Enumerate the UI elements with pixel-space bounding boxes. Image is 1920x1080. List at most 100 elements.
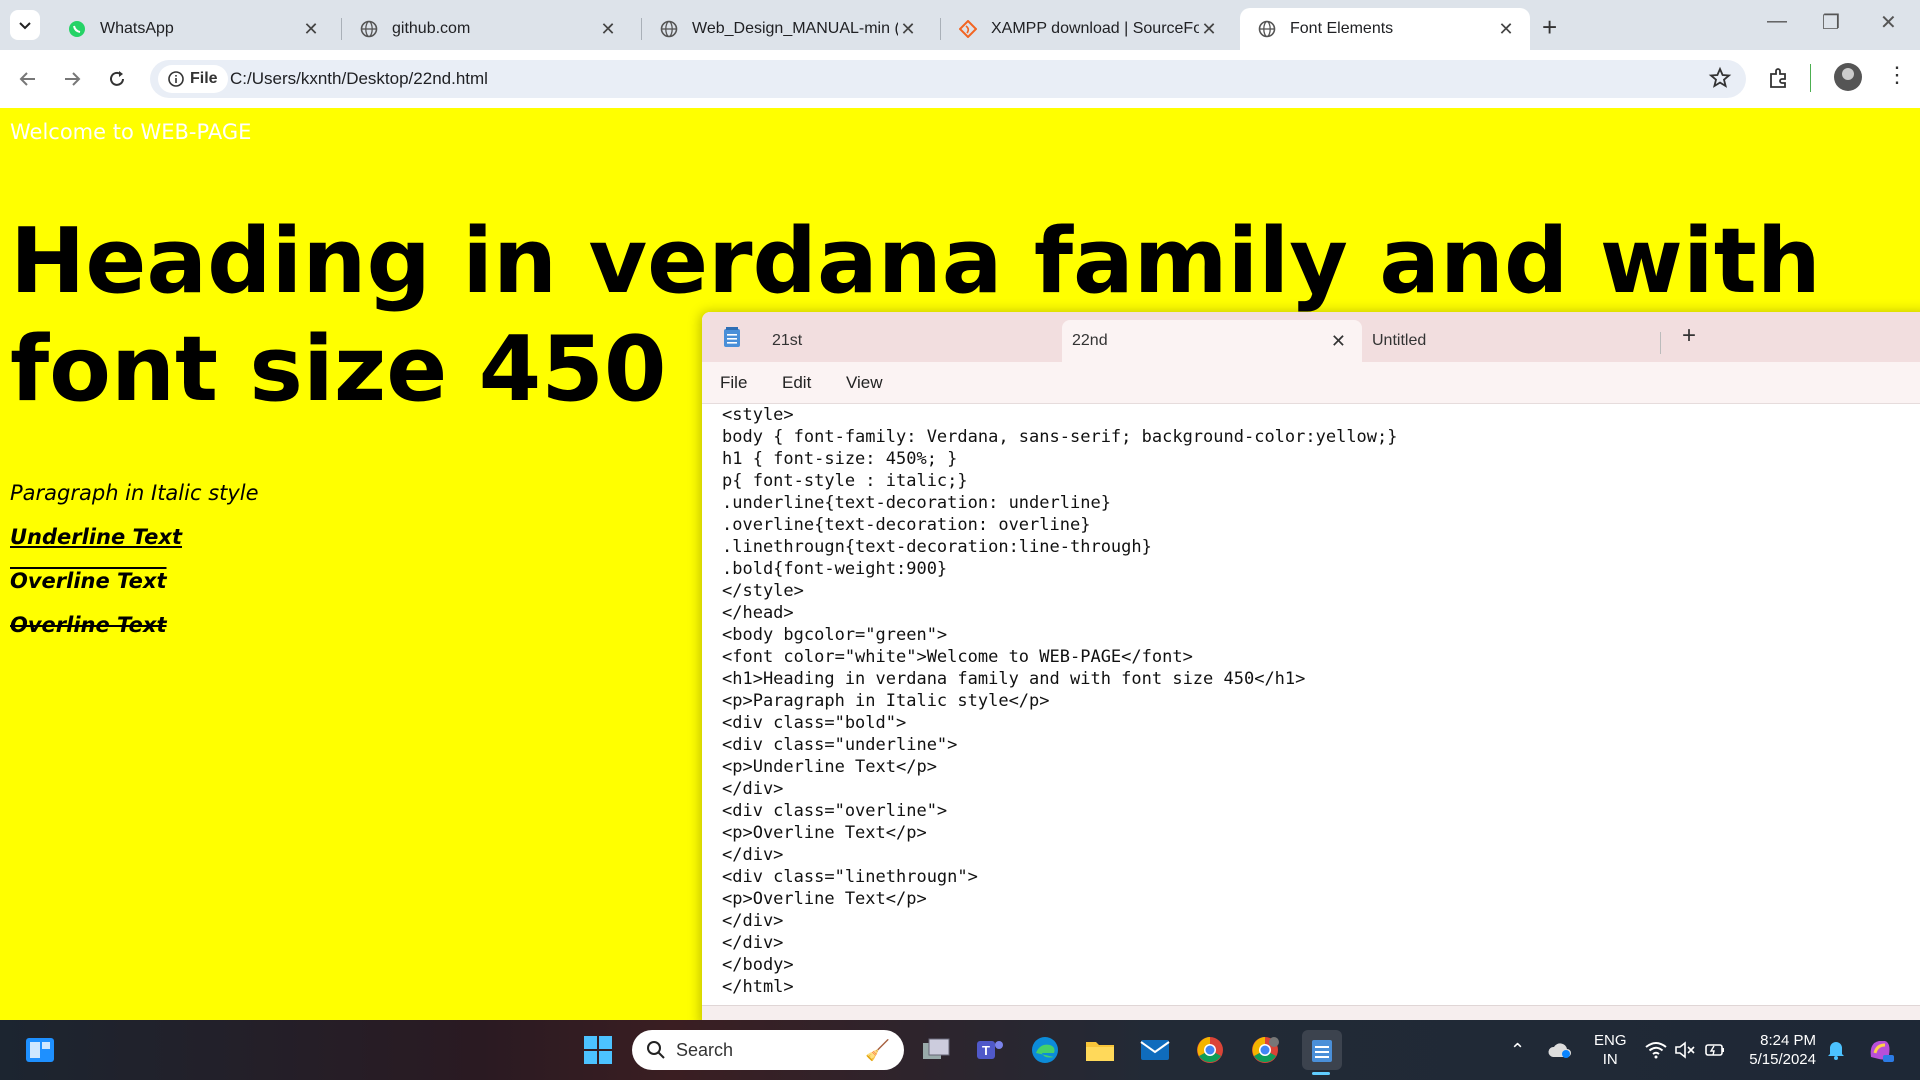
chrome-icon[interactable] bbox=[1192, 1032, 1228, 1068]
notepad-tab[interactable]: 21st bbox=[762, 320, 1062, 362]
chip-label: File bbox=[190, 70, 218, 87]
code-line: <p>Overline Text</p> bbox=[722, 889, 927, 909]
search-highlight-icon: 🧹 bbox=[865, 1039, 890, 1062]
info-icon bbox=[168, 71, 184, 87]
close-icon[interactable]: ✕ bbox=[1496, 19, 1516, 40]
menu-view[interactable]: View bbox=[846, 373, 883, 393]
arrow-left-icon bbox=[19, 72, 35, 86]
file-explorer-icon[interactable] bbox=[1082, 1032, 1118, 1068]
profile-avatar[interactable] bbox=[1834, 63, 1862, 91]
search-label: Search bbox=[676, 1039, 734, 1060]
notepad-tab-title: 22nd bbox=[1072, 332, 1108, 349]
language-label: ENG bbox=[1594, 1032, 1627, 1049]
notepad-window: 21st 22nd ✕ Untitled + File Edit View <s… bbox=[702, 312, 1920, 1027]
chevron-up-icon[interactable]: ⌃ bbox=[1510, 1020, 1525, 1080]
code-line: <div class="linethrougn"> bbox=[722, 867, 978, 887]
tab-title: github.com bbox=[392, 20, 471, 37]
notepad-new-tab-button[interactable]: + bbox=[1682, 322, 1696, 350]
close-icon[interactable]: ✕ bbox=[1331, 331, 1346, 352]
code-line: <p>Overline Text</p> bbox=[722, 823, 927, 843]
notepad-menu-bar: File Edit View bbox=[702, 362, 1920, 404]
search-icon bbox=[647, 1041, 665, 1059]
notepad-tab-strip: 21st 22nd ✕ Untitled + bbox=[702, 312, 1920, 362]
tab-title: Font Elements bbox=[1290, 20, 1394, 37]
clock-time: 8:24 PM bbox=[1760, 1032, 1816, 1049]
url-text[interactable]: C:/Users/kxnth/Desktop/22nd.html bbox=[230, 69, 488, 89]
arrow-right-icon bbox=[65, 72, 81, 86]
code-line: <style> bbox=[722, 405, 794, 425]
code-line: .linethrougn{text-decoration:line-throug… bbox=[722, 537, 1152, 557]
reload-icon bbox=[110, 71, 124, 86]
notepad-tab-title: Untitled bbox=[1372, 332, 1427, 349]
code-line: </div> bbox=[722, 933, 784, 953]
language-indicator[interactable]: ENG IN bbox=[1594, 1020, 1627, 1080]
bookmark-star-icon[interactable] bbox=[1708, 66, 1732, 90]
code-line: p{ font-style : italic;} bbox=[722, 471, 968, 491]
tab-search-button[interactable] bbox=[10, 10, 40, 40]
browser-tab[interactable]: github.com ✕ bbox=[342, 8, 632, 50]
code-line: <div class="underline"> bbox=[722, 735, 958, 755]
task-view-icon[interactable] bbox=[918, 1032, 954, 1068]
edge-icon[interactable] bbox=[1027, 1032, 1063, 1068]
browser-tab-active[interactable]: Font Elements ✕ bbox=[1240, 8, 1530, 50]
notepad-tab[interactable]: Untitled bbox=[1362, 320, 1652, 362]
taskbar-search[interactable]: Search 🧹 bbox=[632, 1030, 904, 1070]
volume-muted-icon[interactable] bbox=[1674, 1020, 1696, 1080]
reload-button[interactable] bbox=[102, 64, 132, 94]
code-line: <div class="bold"> bbox=[722, 713, 907, 733]
onedrive-icon[interactable] bbox=[1548, 1020, 1572, 1080]
notepad-taskbar-icon[interactable] bbox=[1302, 1030, 1342, 1070]
code-line: </style> bbox=[722, 581, 804, 601]
close-icon[interactable]: ✕ bbox=[598, 19, 618, 40]
forward-button[interactable] bbox=[57, 64, 87, 94]
welcome-text: Welcome to WEB-PAGE bbox=[10, 120, 252, 144]
widgets-icon[interactable] bbox=[22, 1032, 58, 1068]
site-info-chip[interactable]: File bbox=[158, 65, 228, 93]
wifi-icon[interactable] bbox=[1645, 1020, 1667, 1080]
svg-text:T: T bbox=[982, 1043, 990, 1058]
code-line: <font color="white">Welcome to WEB-PAGE<… bbox=[722, 647, 1193, 667]
notepad-tab-active[interactable]: 22nd ✕ bbox=[1062, 320, 1362, 362]
browser-toolbar: File C:/Users/kxnth/Desktop/22nd.html ⋮ bbox=[0, 50, 1920, 108]
battery-icon[interactable] bbox=[1704, 1020, 1726, 1080]
clock[interactable]: 8:24 PM 5/15/2024 bbox=[1742, 1020, 1816, 1080]
notification-bell-icon[interactable] bbox=[1826, 1020, 1846, 1080]
close-icon[interactable]: ✕ bbox=[898, 19, 918, 40]
start-icon[interactable] bbox=[580, 1032, 616, 1068]
active-app-indicator bbox=[1312, 1072, 1330, 1075]
browser-tab[interactable]: WhatsApp ✕ bbox=[50, 8, 335, 50]
code-line: </div> bbox=[722, 779, 784, 799]
new-tab-button[interactable]: + bbox=[1542, 12, 1557, 43]
tab-title: XAMPP download | SourceForg bbox=[991, 20, 1199, 37]
more-menu-icon[interactable]: ⋮ bbox=[1886, 62, 1908, 88]
extensions-icon[interactable] bbox=[1767, 66, 1791, 90]
code-line: <div class="overline"> bbox=[722, 801, 948, 821]
restore-icon[interactable]: ❐ bbox=[1822, 10, 1840, 35]
address-bar[interactable]: File C:/Users/kxnth/Desktop/22nd.html bbox=[150, 60, 1746, 98]
taskbar: Search 🧹 T ⌃ ENG IN 8:24 PM 5/15/2024 bbox=[0, 1020, 1920, 1080]
browser-tab[interactable]: XAMPP download | SourceForg ✕ bbox=[941, 8, 1233, 50]
mail-icon[interactable] bbox=[1137, 1032, 1173, 1068]
underline-text: Underline Text bbox=[10, 525, 182, 549]
code-line: <body bgcolor="green"> bbox=[722, 625, 948, 645]
menu-file[interactable]: File bbox=[720, 373, 747, 393]
close-icon[interactable]: ✕ bbox=[1199, 19, 1219, 40]
teams-icon[interactable]: T bbox=[972, 1032, 1008, 1068]
back-button[interactable] bbox=[13, 64, 43, 94]
code-line: </body> bbox=[722, 955, 794, 975]
code-line: </div> bbox=[722, 911, 784, 931]
chevron-down-icon bbox=[19, 22, 31, 30]
code-line: </head> bbox=[722, 603, 794, 623]
region-label: IN bbox=[1602, 1051, 1618, 1068]
globe-icon bbox=[360, 20, 378, 38]
tab-title: WhatsApp bbox=[100, 20, 174, 37]
code-line: <h1>Heading in verdana family and with f… bbox=[722, 669, 1306, 689]
notepad-editor[interactable]: <style> body { font-family: Verdana, sans… bbox=[722, 404, 1398, 998]
chrome-profile-icon[interactable] bbox=[1247, 1032, 1283, 1068]
menu-edit[interactable]: Edit bbox=[782, 373, 811, 393]
close-window-icon[interactable]: ✕ bbox=[1880, 10, 1897, 35]
close-icon[interactable]: ✕ bbox=[301, 19, 321, 40]
browser-tab[interactable]: Web_Design_MANUAL-min (1).p ✕ bbox=[642, 8, 932, 50]
minimize-icon[interactable]: — bbox=[1767, 10, 1787, 33]
copilot-icon[interactable] bbox=[1865, 1020, 1895, 1080]
